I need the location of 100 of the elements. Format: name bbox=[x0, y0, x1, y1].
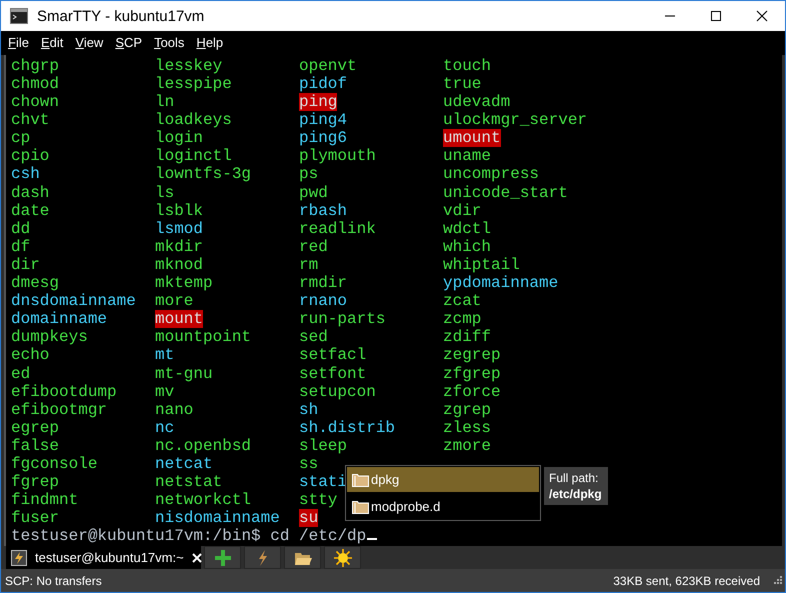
file-name: rbash bbox=[299, 202, 348, 220]
file-name: ping6 bbox=[299, 129, 348, 148]
file-name: mount bbox=[155, 310, 204, 328]
file-name: whiptail bbox=[443, 256, 520, 274]
open-folder-button[interactable] bbox=[284, 546, 321, 570]
file-name: plymouth bbox=[299, 147, 376, 166]
file-name: setupcon bbox=[299, 382, 376, 401]
file-name: zforce bbox=[443, 382, 501, 401]
file-name: ulockmgr_server bbox=[443, 111, 588, 130]
file-name: efibootdump bbox=[11, 382, 117, 401]
file-name: openvt bbox=[299, 56, 357, 76]
file-name: ping4 bbox=[299, 111, 348, 130]
close-icon[interactable] bbox=[756, 10, 768, 22]
file-name: sh bbox=[299, 400, 318, 419]
file-name: dmesg bbox=[11, 274, 60, 292]
file-name: loginctl bbox=[155, 147, 232, 166]
maximize-icon[interactable] bbox=[710, 10, 722, 22]
file-name: chvt bbox=[11, 111, 50, 130]
file-name: efibootmgr bbox=[11, 400, 108, 419]
file-name: fgrep bbox=[11, 473, 60, 492]
file-name: true bbox=[443, 75, 482, 94]
resize-grip-icon bbox=[772, 576, 782, 586]
file-name: run-parts bbox=[299, 310, 386, 328]
file-name: date bbox=[11, 202, 50, 220]
file-name: sed bbox=[299, 328, 328, 346]
file-name: cp bbox=[11, 129, 30, 148]
file-name: setfacl bbox=[299, 346, 366, 365]
file-name: zegrep bbox=[443, 346, 501, 365]
file-name: stty bbox=[299, 491, 338, 510]
file-name: lsmod bbox=[155, 220, 204, 238]
file-name: mktemp bbox=[155, 274, 213, 292]
file-name: sh.distrib bbox=[299, 418, 396, 437]
file-name: cpio bbox=[11, 147, 50, 166]
settings-button[interactable] bbox=[324, 546, 361, 570]
add-tab-button[interactable] bbox=[204, 546, 241, 570]
text-cursor bbox=[367, 538, 378, 540]
tooltip-path: /etc/dpkg bbox=[549, 486, 602, 502]
file-name: chown bbox=[11, 93, 60, 112]
file-name: csh bbox=[11, 165, 40, 184]
file-name: lesspipe bbox=[155, 75, 232, 94]
window-title: SmarTTY - kubuntu17vm bbox=[37, 8, 206, 24]
file-name: udevadm bbox=[443, 93, 510, 112]
file-name: red bbox=[299, 238, 328, 256]
file-name: ed bbox=[11, 364, 30, 383]
menu-item[interactable]: View bbox=[69, 35, 110, 50]
file-name: ypdomainname bbox=[443, 274, 558, 292]
file-name: vdir bbox=[443, 202, 482, 220]
file-name: mknod bbox=[155, 256, 204, 274]
file-name: lsblk bbox=[155, 202, 204, 220]
file-name: zless bbox=[443, 418, 492, 437]
file-name: mt-gnu bbox=[155, 364, 213, 383]
file-name: egrep bbox=[11, 418, 60, 437]
file-name: dash bbox=[11, 184, 50, 202]
traffic-counter: 33KB sent, 623KB received bbox=[613, 574, 760, 588]
file-name: chgrp bbox=[11, 56, 60, 76]
menu-item[interactable]: Edit bbox=[34, 35, 70, 50]
command-line: testuser@kubuntu17vm:/bin$ cd /etc/dp bbox=[11, 527, 366, 546]
file-name: more bbox=[155, 292, 194, 310]
file-name: loadkeys bbox=[155, 111, 232, 130]
file-name: rm bbox=[299, 256, 318, 274]
file-name: uname bbox=[443, 147, 492, 166]
file-name: chmod bbox=[11, 75, 60, 94]
file-name: netstat bbox=[155, 473, 222, 492]
file-name: sleep bbox=[299, 436, 348, 455]
lightning-terminal-icon bbox=[11, 550, 27, 566]
file-name: zdiff bbox=[443, 328, 492, 346]
session-tab[interactable]: testuser@kubuntu17vm:~ bbox=[6, 546, 201, 570]
menu-item[interactable]: Tools bbox=[148, 35, 190, 50]
file-name: findmnt bbox=[11, 491, 78, 510]
file-name: fgconsole bbox=[11, 454, 98, 474]
file-name: false bbox=[11, 436, 60, 455]
file-name: unicode_start bbox=[443, 184, 568, 202]
file-name: dd bbox=[11, 220, 30, 238]
file-name: networkctl bbox=[155, 491, 252, 510]
file-name: zfgrep bbox=[443, 364, 501, 383]
file-name: mv bbox=[155, 382, 174, 401]
file-name: zgrep bbox=[443, 400, 492, 419]
completion-item[interactable]: dpkg bbox=[347, 466, 539, 492]
file-name: setfont bbox=[299, 364, 366, 383]
file-name: lesskey bbox=[155, 56, 222, 76]
file-name: uncompress bbox=[443, 165, 540, 184]
file-name: mkdir bbox=[155, 238, 204, 256]
menu-item[interactable]: File bbox=[2, 35, 35, 50]
file-name: mt bbox=[155, 346, 174, 365]
folder-icon bbox=[352, 472, 369, 487]
menu-item[interactable]: Help bbox=[190, 35, 230, 50]
file-name: umount bbox=[443, 129, 501, 148]
file-name: df bbox=[11, 238, 30, 256]
file-name: netcat bbox=[155, 454, 213, 474]
file-name: readlink bbox=[299, 220, 376, 238]
file-name: nc.openbsd bbox=[155, 436, 252, 455]
plus-icon bbox=[214, 548, 232, 567]
menu-item[interactable]: SCP bbox=[109, 35, 148, 50]
file-name: ls bbox=[155, 184, 174, 202]
file-name: mountpoint bbox=[155, 328, 252, 346]
file-name: dnsdomainname bbox=[11, 292, 136, 310]
file-name: lowntfs-3g bbox=[155, 165, 252, 184]
lightning-button[interactable] bbox=[244, 546, 281, 570]
file-name: dir bbox=[11, 256, 40, 274]
completion-item[interactable]: modprobe.d bbox=[347, 494, 539, 519]
